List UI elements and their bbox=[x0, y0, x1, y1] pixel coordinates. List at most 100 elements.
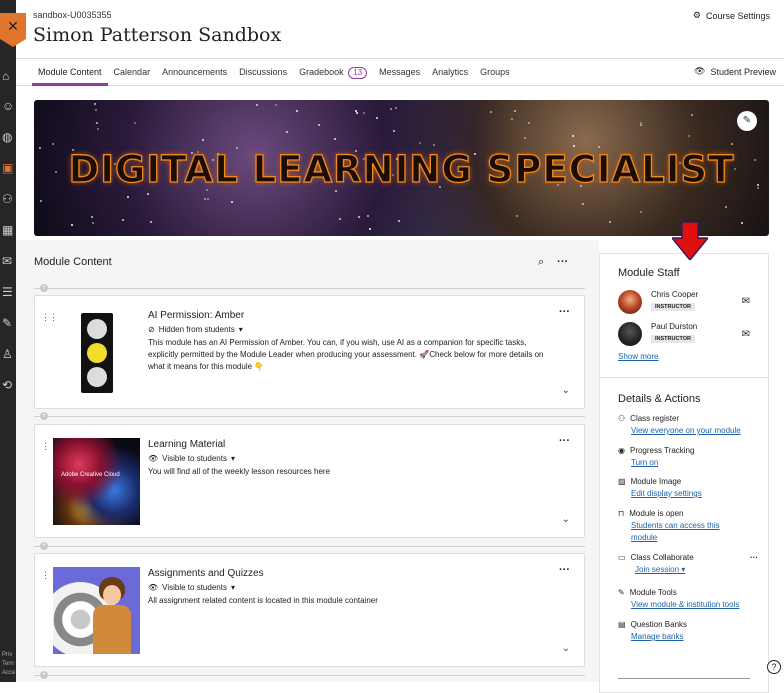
banner-star bbox=[338, 218, 341, 221]
caret-down-icon: ▾ bbox=[230, 583, 235, 592]
banner-star bbox=[202, 139, 205, 142]
sign-out-icon[interactable]: ⟲ bbox=[2, 379, 15, 392]
module-content-heading: Module Content bbox=[34, 256, 112, 268]
join-session-label: Join session bbox=[635, 565, 680, 574]
chevron-down-icon[interactable]: ⌄ bbox=[562, 514, 570, 525]
close-course-button[interactable]: ✕ bbox=[0, 13, 26, 47]
banner-star bbox=[367, 215, 370, 218]
search-icon[interactable]: ⌕ bbox=[538, 256, 544, 269]
course-banner: DIGITAL LEARNING SPECIALIST ✎ bbox=[34, 100, 769, 236]
messages-icon[interactable]: ✉ bbox=[2, 255, 15, 268]
add-content-button[interactable]: + bbox=[40, 412, 48, 420]
show-more-link[interactable]: Show more bbox=[618, 352, 658, 361]
video-icon: ▭ bbox=[618, 553, 626, 562]
institution-icon[interactable]: ⌂ bbox=[2, 70, 15, 83]
tab-label: Analytics bbox=[432, 66, 469, 77]
banner-star bbox=[581, 203, 584, 206]
tab-module-content[interactable]: Module Content bbox=[32, 59, 108, 86]
drag-handle-icon[interactable]: ⋮⋮ bbox=[41, 312, 58, 323]
students-access-link[interactable]: Students can access this module bbox=[631, 520, 731, 544]
user-icon[interactable]: ♙ bbox=[2, 348, 15, 361]
email-icon[interactable]: ✉ bbox=[742, 296, 750, 307]
terms-link[interactable]: Tern bbox=[2, 660, 15, 669]
chevron-down-icon[interactable]: ⌄ bbox=[562, 385, 570, 396]
item-description: This module has an AI Permission of Ambe… bbox=[148, 338, 544, 371]
edit-banner-button[interactable]: ✎ bbox=[737, 111, 757, 131]
visibility-dropdown[interactable]: 👁 Visible to students ▾ bbox=[148, 583, 235, 592]
avatar[interactable] bbox=[618, 290, 642, 314]
calendar-icon[interactable]: ▦ bbox=[2, 224, 15, 237]
edit-display-settings-link[interactable]: Edit display settings bbox=[631, 488, 758, 500]
module-content-tools: ⌕ ··· bbox=[538, 256, 568, 269]
accessibility-link[interactable]: Acce bbox=[2, 669, 15, 678]
tab-gradebook[interactable]: Gradebook 13 bbox=[293, 59, 373, 86]
globe-icon[interactable]: ◍ bbox=[2, 131, 15, 144]
banner-star bbox=[390, 108, 393, 111]
tools-icon[interactable]: ✎ bbox=[2, 317, 15, 330]
join-session-link[interactable]: Join session ▾ bbox=[635, 564, 758, 576]
banner-star bbox=[150, 221, 153, 224]
avatar[interactable] bbox=[618, 322, 642, 346]
staff-member: Paul Durston INSTRUCTOR bbox=[618, 322, 697, 346]
action-label: Question Banks bbox=[630, 620, 688, 629]
organizations-icon[interactable]: ⚇ bbox=[2, 193, 15, 206]
privacy-link[interactable]: Priv bbox=[2, 651, 15, 660]
banner-star bbox=[489, 111, 492, 114]
chevron-down-icon[interactable]: ⌄ bbox=[562, 643, 570, 654]
add-content-button[interactable]: + bbox=[40, 284, 48, 292]
visibility-dropdown[interactable]: ⊘ Hidden from students ▾ bbox=[148, 325, 243, 334]
banner-star bbox=[691, 113, 694, 116]
more-options-icon[interactable]: ··· bbox=[559, 306, 570, 318]
teacher-illustration bbox=[89, 577, 133, 654]
content-item-learning-material[interactable]: ⋮⋮ Adobe Creative Cloud Learning Materia… bbox=[34, 424, 585, 538]
action-label: Module Tools bbox=[629, 588, 677, 597]
more-options-icon[interactable]: ··· bbox=[559, 435, 570, 447]
module-staff-heading: Module Staff bbox=[618, 267, 680, 279]
tab-groups[interactable]: Groups bbox=[474, 59, 516, 86]
add-content-button[interactable]: + bbox=[40, 671, 48, 679]
tab-discussions[interactable]: Discussions bbox=[233, 59, 293, 86]
tab-label: Module Content bbox=[38, 66, 102, 77]
staff-name[interactable]: Chris Cooper bbox=[651, 290, 698, 299]
email-icon[interactable]: ✉ bbox=[742, 329, 750, 340]
grades-icon[interactable]: ☰ bbox=[2, 286, 15, 299]
banner-star bbox=[368, 227, 371, 230]
more-options-icon[interactable]: ··· bbox=[750, 553, 758, 562]
banner-star bbox=[70, 223, 73, 226]
profile-icon[interactable]: ☺ bbox=[2, 100, 15, 113]
turn-on-link[interactable]: Turn on bbox=[631, 457, 758, 469]
item-description: You will find all of the weekly lesson r… bbox=[148, 467, 331, 476]
help-icon[interactable]: ? bbox=[767, 660, 781, 674]
item-title[interactable]: Learning Material bbox=[148, 439, 225, 450]
eye-icon: 👁 bbox=[148, 454, 159, 463]
add-content-divider: + bbox=[34, 542, 585, 550]
more-options-icon[interactable]: ··· bbox=[559, 564, 570, 576]
tab-label: Gradebook bbox=[299, 66, 344, 77]
action-label: Class Collaborate bbox=[630, 553, 694, 562]
staff-name[interactable]: Paul Durston bbox=[651, 322, 697, 331]
tab-announcements[interactable]: Announcements bbox=[156, 59, 233, 86]
course-settings-button[interactable]: ⚙ Course Settings bbox=[693, 10, 770, 21]
content-item-ai-permission[interactable]: ⋮⋮ AI Permission: Amber ⊘ Hidden from st… bbox=[34, 295, 585, 409]
view-tools-link[interactable]: View module & institution tools bbox=[631, 599, 758, 611]
visibility-dropdown[interactable]: 👁 Visible to students ▾ bbox=[148, 454, 235, 463]
courses-icon[interactable]: ▣ bbox=[2, 162, 15, 175]
more-options-icon[interactable]: ··· bbox=[557, 256, 568, 269]
view-everyone-link[interactable]: View everyone on your module bbox=[631, 425, 758, 437]
student-preview-button[interactable]: 👁 Student Preview bbox=[694, 66, 776, 77]
content-item-assignments-quizzes[interactable]: ⋮⋮ Assignments and Quizzes 👁 Visible to … bbox=[34, 553, 585, 667]
manage-banks-link[interactable]: Manage banks bbox=[631, 631, 758, 643]
tab-calendar[interactable]: Calendar bbox=[108, 59, 157, 86]
tab-messages[interactable]: Messages bbox=[373, 59, 426, 86]
tab-analytics[interactable]: Analytics bbox=[426, 59, 474, 86]
caret-down-icon: ▾ bbox=[238, 325, 243, 334]
banner-star bbox=[740, 222, 743, 225]
thumb-caption: Adobe Creative Cloud bbox=[61, 472, 120, 478]
item-title[interactable]: Assignments and Quizzes bbox=[148, 568, 264, 579]
action-class-register: ⚇ Class register View everyone on your mo… bbox=[618, 414, 758, 437]
add-content-button[interactable]: + bbox=[40, 542, 48, 550]
tab-label: Announcements bbox=[162, 66, 228, 77]
item-title[interactable]: AI Permission: Amber bbox=[148, 310, 244, 321]
banner-star bbox=[285, 130, 288, 133]
eye-slash-icon: ⊘ bbox=[148, 325, 155, 334]
